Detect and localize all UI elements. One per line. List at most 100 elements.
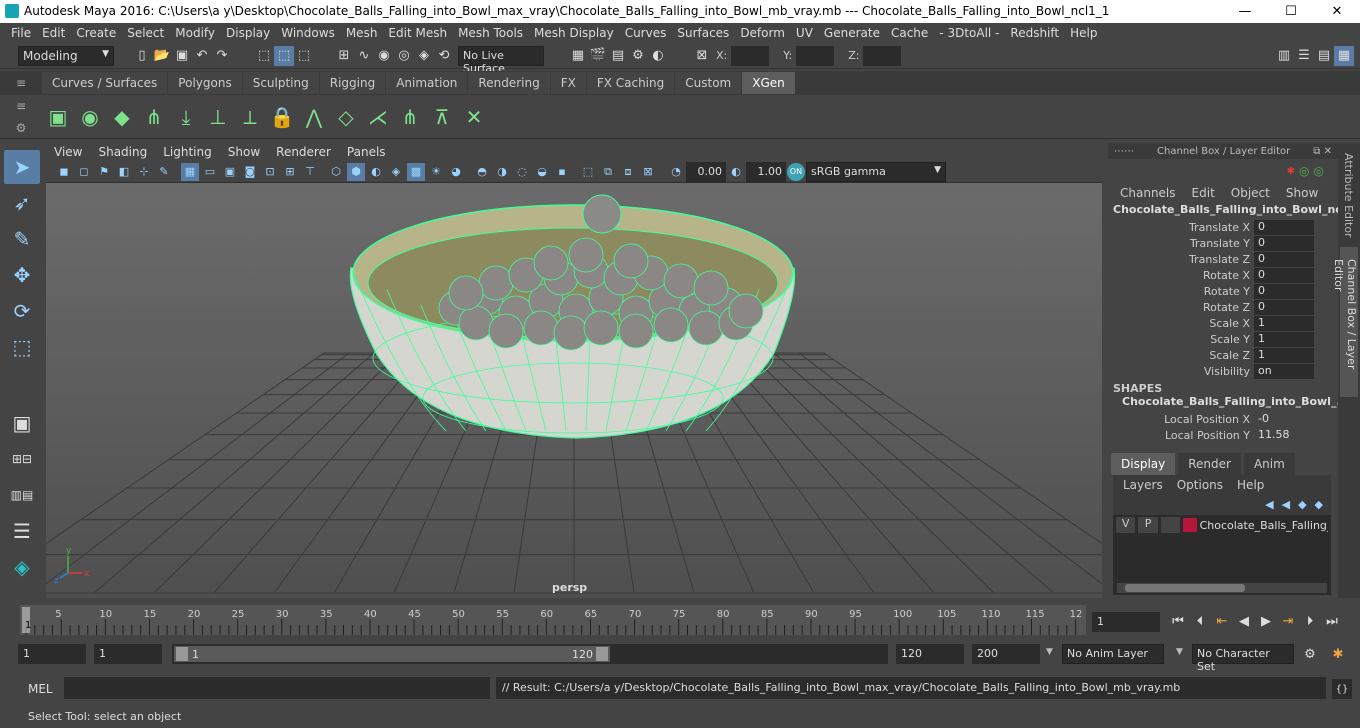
default-material-icon[interactable]: ◐ <box>367 163 385 181</box>
layer-name[interactable]: Chocolate_Balls_Falling_ <box>1200 519 1328 532</box>
step-forward-key-icon[interactable]: ⇥ <box>1278 611 1298 631</box>
shelf-tab-sculpting[interactable]: Sculpting <box>242 72 319 94</box>
chocolate-ball[interactable] <box>458 305 494 341</box>
shelf-tab-fx-caching[interactable]: FX Caching <box>586 72 675 94</box>
snap-view-icon[interactable]: ◎ <box>394 46 414 66</box>
xgen-delete-guides-icon[interactable]: ✕ <box>458 101 490 133</box>
grid-toggle-icon[interactable]: ▦ <box>181 162 199 181</box>
live-surface-field[interactable]: No Live Surface <box>458 45 544 75</box>
refresh-icon[interactable]: ◎ <box>1299 164 1309 178</box>
script-language-label[interactable]: MEL <box>28 682 53 696</box>
channel-row[interactable]: Visibility on <box>1108 363 1338 379</box>
menu-surfaces[interactable]: Surfaces <box>677 26 729 40</box>
menu-uv[interactable]: UV <box>796 26 813 40</box>
channel-row[interactable]: Translate Y0 <box>1108 235 1338 251</box>
depth-of-field-icon[interactable]: ◒ <box>533 163 551 181</box>
time-slider-track[interactable]: 5 10 15 20 25 30 35 40 45 50 55 60 65 70 75 80 85 90 95 100… <box>20 605 1086 635</box>
menu-deform[interactable]: Deform <box>740 26 785 40</box>
vp-menu-view[interactable]: View <box>54 145 82 159</box>
chocolate-ball[interactable] <box>693 270 729 306</box>
layer-tab-anim[interactable]: Anim <box>1243 453 1295 475</box>
layer-menu-layers[interactable]: Layers <box>1123 478 1163 492</box>
snap-curve-icon[interactable]: ∿ <box>354 46 374 66</box>
chocolate-ball[interactable] <box>688 310 724 346</box>
menu-create[interactable]: Create <box>76 26 116 40</box>
axis-icon[interactable]: ✱ <box>1287 166 1295 177</box>
isolate-select-icon[interactable]: ▪ <box>553 163 571 181</box>
z-field[interactable] <box>863 45 902 66</box>
chocolate-ball[interactable] <box>583 310 619 346</box>
render-settings-icon[interactable]: ⚙ <box>628 46 648 66</box>
chocolate-ball[interactable] <box>523 310 559 346</box>
maya-home-icon[interactable]: ◈ <box>4 550 40 584</box>
xgen-preview-icon[interactable]: ◉ <box>74 101 106 133</box>
vp-menu-shading[interactable]: Shading <box>98 145 147 159</box>
shelf-tab-xgen[interactable]: XGen <box>742 72 795 94</box>
new-scene-icon[interactable]: ▯ <box>132 46 152 66</box>
current-frame-field[interactable]: 1 <box>1092 612 1160 632</box>
screen-space-ao-icon[interactable]: ◓ <box>473 163 491 181</box>
close-button[interactable]: ✕ <box>1314 0 1360 23</box>
xgen-select-guides-icon[interactable]: ⋔ <box>394 101 426 133</box>
y-field[interactable] <box>796 45 835 66</box>
safe-title-icon[interactable]: ⊤ <box>301 163 319 181</box>
snap-surface-icon[interactable]: ◈ <box>414 46 434 66</box>
layer-visibility-toggle[interactable]: V <box>1116 517 1136 533</box>
layer-scrollbar[interactable] <box>1117 583 1327 593</box>
animation-start-field[interactable]: 1 <box>18 644 86 664</box>
new-layer-selected-icon[interactable]: ◆ <box>1315 498 1323 511</box>
panel-drag-handle[interactable]: ⋯⋯ <box>1114 146 1134 157</box>
cb-menu-edit[interactable]: Edit <box>1192 186 1215 200</box>
snap-grid-icon[interactable]: ⊞ <box>334 46 354 66</box>
xgen-guide-curves-icon[interactable]: ⋀ <box>298 101 330 133</box>
shape-name[interactable]: Chocolate_Balls_Falling_into_Bowl_... <box>1108 395 1338 411</box>
xgen-add-guide-icon[interactable]: ⊥ <box>202 101 234 133</box>
redo-icon[interactable]: ↷ <box>212 46 232 66</box>
chocolate-ball[interactable] <box>653 307 689 343</box>
step-back-key-icon[interactable]: ⇤ <box>1212 611 1232 631</box>
menu-curves[interactable]: Curves <box>625 26 667 40</box>
quick-layout-four-icon[interactable]: ⊞⊟ <box>4 442 40 476</box>
shape-channel-row[interactable]: Local Position Y 11.58 <box>1108 427 1338 443</box>
camera-select-icon[interactable]: ◼ <box>55 163 73 181</box>
menu-mesh[interactable]: Mesh <box>346 26 378 40</box>
animation-prefs-icon[interactable]: ✱ <box>1328 644 1348 664</box>
step-back-frame-icon[interactable]: ⏴ <box>1190 611 1210 631</box>
gamma-icon[interactable]: ◐ <box>727 163 745 181</box>
snap-point-icon[interactable]: ◉ <box>374 46 394 66</box>
play-forwards-icon[interactable]: ▶ <box>1256 611 1276 631</box>
live-surface-icon[interactable]: ⟲ <box>434 46 454 66</box>
gamma-field[interactable]: 1.00 <box>746 161 786 182</box>
range-end-handle[interactable] <box>596 647 608 661</box>
layer-color-swatch[interactable] <box>1183 518 1197 532</box>
chocolate-ball[interactable] <box>613 243 649 279</box>
camera-attributes-icon[interactable]: ◻ <box>75 163 93 181</box>
menu-mesh-display[interactable]: Mesh Display <box>534 26 614 40</box>
xgen-editor-icon[interactable]: ▣ <box>42 101 74 133</box>
workspace-icon[interactable]: ▥ <box>1274 46 1294 66</box>
xgen-convert-icon[interactable]: ⋌ <box>362 101 394 133</box>
channel-row[interactable]: Translate X0 <box>1108 219 1338 235</box>
chocolate-ball[interactable] <box>488 313 524 349</box>
channel-row[interactable]: Scale Y1 <box>1108 331 1338 347</box>
vp-menu-renderer[interactable]: Renderer <box>276 145 331 159</box>
playback-end-field[interactable]: 120 <box>896 644 964 664</box>
shelf-tab-rigging[interactable]: Rigging <box>319 72 386 94</box>
object-name[interactable]: Chocolate_Balls_Falling_into_Bowl_ncl... <box>1108 203 1338 219</box>
playback-start-field[interactable]: 1 <box>94 644 162 664</box>
key-icon[interactable]: ◎ <box>1314 164 1324 178</box>
chocolate-ball[interactable] <box>533 245 569 281</box>
vp-menu-show[interactable]: Show <box>228 145 260 159</box>
select-hierarchy-icon[interactable]: ⬚ <box>254 46 274 66</box>
2d-pan-zoom-icon[interactable]: ⊹ <box>135 163 153 181</box>
multisample-aa-icon[interactable]: ◌ <box>513 163 531 181</box>
channel-row[interactable]: Scale Z1 <box>1108 347 1338 363</box>
shelf-settings-icon[interactable]: ⚙ <box>16 121 27 135</box>
layer-tab-render[interactable]: Render <box>1178 453 1241 475</box>
xgen-place-guide-icon[interactable]: ⤓ <box>170 101 202 133</box>
channel-box-tab[interactable]: Channel Box / Layer Editor <box>1332 247 1358 397</box>
chevron-down-icon[interactable]: ▼ <box>1176 647 1183 657</box>
menu-display[interactable]: Display <box>226 26 270 40</box>
shelf-tab-rendering[interactable]: Rendering <box>468 72 550 94</box>
render-current-frame-icon[interactable]: 🎬 <box>588 46 608 66</box>
